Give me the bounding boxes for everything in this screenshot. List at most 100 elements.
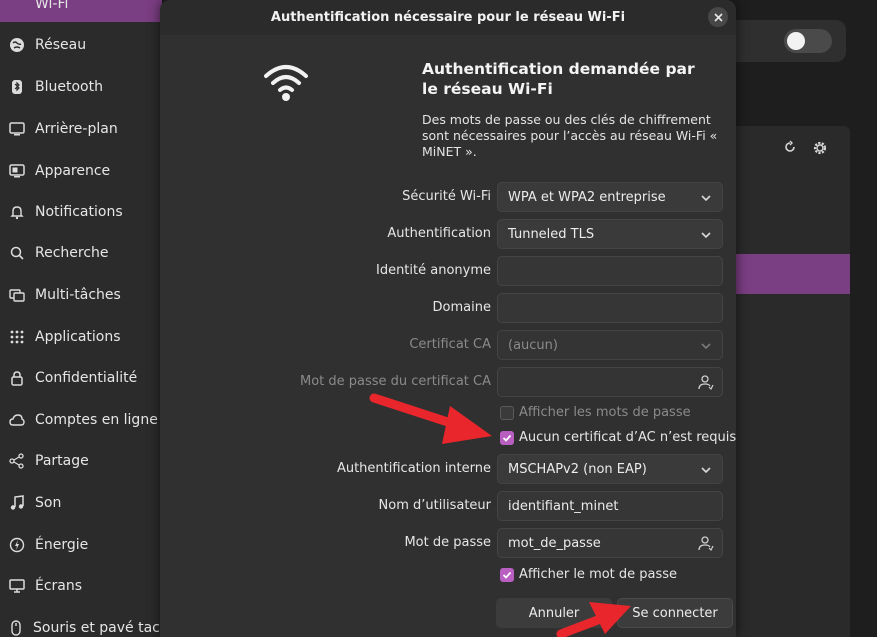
sidebar-item-label: Notifications <box>35 204 123 220</box>
wifi-icon <box>264 65 308 101</box>
mouse-icon <box>8 619 24 637</box>
palette-icon <box>8 162 26 180</box>
sidebar-item-label: Partage <box>35 453 89 469</box>
anonymous-identity-label: Identité anonyme <box>375 263 491 278</box>
chevron-down-icon <box>701 195 711 202</box>
sidebar-item-notifications[interactable]: Notifications <box>0 193 162 231</box>
search-icon <box>8 244 26 262</box>
sidebar-item-label: Confidentialité <box>35 370 138 386</box>
chevron-down-icon <box>701 467 711 474</box>
show-password-checkbox-row[interactable]: Afficher le mot de passe <box>500 567 677 582</box>
checkmark-icon <box>502 571 512 579</box>
sidebar-item-reseau[interactable]: Réseau <box>0 26 162 64</box>
dialog-description: Des mots de passe ou des clés de chiffre… <box>422 112 718 159</box>
grid-icon <box>8 328 26 346</box>
security-label: Sécurité Wi-Fi <box>402 189 491 204</box>
show-password-label: Afficher le mot de passe <box>519 567 678 582</box>
ca-cert-password-input[interactable] <box>497 367 723 397</box>
sidebar-item-wifi[interactable]: Wi-Fi <box>0 0 162 22</box>
chevron-down-icon <box>701 343 711 350</box>
sidebar-item-label: Son <box>35 495 62 511</box>
globe-icon <box>8 36 26 54</box>
person-icon[interactable] <box>698 374 714 390</box>
inner-auth-select[interactable]: MSCHAPv2 (non EAP) <box>497 454 723 484</box>
close-icon <box>713 12 723 22</box>
cloud-icon <box>8 411 26 429</box>
no-ca-required-checkbox-row[interactable]: Aucun certificat d’AC n’est requis <box>500 430 736 445</box>
security-select[interactable]: WPA et WPA2 entreprise <box>497 182 723 212</box>
networks-panel <box>736 126 850 637</box>
sidebar-item-label: Arrière-plan <box>35 121 118 137</box>
sidebar-item-energie[interactable]: Énergie <box>0 526 162 564</box>
sidebar-item-partage[interactable]: Partage <box>0 442 162 480</box>
password-label: Mot de passe <box>404 535 491 550</box>
show-passwords-checkbox-row[interactable]: Afficher les mots de passe <box>500 405 691 420</box>
authentication-value: Tunneled TLS <box>508 226 595 242</box>
no-ca-required-checkbox[interactable] <box>500 430 514 445</box>
show-passwords-checkbox[interactable] <box>500 405 514 420</box>
inner-auth-value: MSCHAPv2 (non EAP) <box>508 461 647 477</box>
sidebar-item-souris[interactable]: Souris et pavé tactile <box>0 609 162 637</box>
domain-label: Domaine <box>432 300 491 315</box>
no-ca-required-label: Aucun certificat d’AC n’est requis <box>519 430 737 445</box>
windows-icon <box>8 286 26 304</box>
settings-sidebar: Wi-Fi Réseau Bluetooth Arrière-plan Appa… <box>0 0 162 637</box>
sidebar-item-label: Énergie <box>35 537 89 553</box>
ca-cert-password-label: Mot de passe du certificat CA <box>299 374 491 389</box>
sidebar-item-arriere-plan[interactable]: Arrière-plan <box>0 110 162 148</box>
username-label: Nom d’utilisateur <box>378 498 491 513</box>
authentication-select[interactable]: Tunneled TLS <box>497 219 723 249</box>
sidebar-item-label: Apparence <box>35 163 111 179</box>
dialog-heading: Authentification demandée par le réseau … <box>422 60 695 98</box>
sidebar-item-bluetooth[interactable]: Bluetooth <box>0 68 162 106</box>
sidebar-item-confidentialite[interactable]: Confidentialité <box>0 359 162 397</box>
ca-certificate-value: (aucun) <box>508 337 558 353</box>
password-value: mot_de_passe <box>508 535 601 551</box>
share-icon <box>8 452 26 470</box>
monitor-icon <box>8 120 26 138</box>
dialog-titlebar: Authentification nécessaire pour le rése… <box>160 0 736 35</box>
sidebar-item-label: Comptes en ligne <box>35 412 158 428</box>
sidebar-item-apparence[interactable]: Apparence <box>0 152 162 190</box>
sidebar-item-applications[interactable]: Applications <box>0 318 162 356</box>
username-input[interactable]: identifiant_minet <box>497 491 723 521</box>
display-icon <box>8 577 26 595</box>
dialog-title: Authentification nécessaire pour le rése… <box>270 10 626 25</box>
sidebar-item-label: Réseau <box>35 37 87 53</box>
sidebar-item-label: Souris et pavé tactile <box>33 620 162 636</box>
wifi-toggle[interactable] <box>784 29 832 53</box>
selected-network-row[interactable] <box>736 254 850 294</box>
sidebar-item-label: Bluetooth <box>35 79 103 95</box>
sidebar-item-son[interactable]: Son <box>0 484 162 522</box>
sidebar-item-multi-taches[interactable]: Multi-tâches <box>0 276 162 314</box>
sidebar-item-label: Wi-Fi <box>35 0 69 12</box>
connect-button[interactable]: Se connecter <box>617 598 733 628</box>
power-icon <box>8 536 26 554</box>
person-icon[interactable] <box>698 535 714 551</box>
checkmark-icon <box>502 434 512 442</box>
ca-certificate-select[interactable]: (aucun) <box>497 330 723 360</box>
close-button[interactable] <box>708 7 728 27</box>
domain-input[interactable] <box>497 293 723 323</box>
authentication-label: Authentification <box>387 226 491 241</box>
lock-icon <box>8 369 26 387</box>
show-passwords-label: Afficher les mots de passe <box>519 405 691 420</box>
sidebar-item-label: Écrans <box>35 578 83 594</box>
anonymous-identity-input[interactable] <box>497 256 723 286</box>
toggle-knob <box>787 32 805 50</box>
sidebar-item-label: Applications <box>35 329 121 345</box>
sidebar-item-label: Multi-tâches <box>35 287 121 303</box>
bluetooth-icon <box>8 78 26 96</box>
sidebar-item-comptes-en-ligne[interactable]: Comptes en ligne <box>0 401 162 439</box>
sidebar-item-recherche[interactable]: Recherche <box>0 234 162 272</box>
chevron-down-icon <box>701 232 711 239</box>
inner-auth-label: Authentification interne <box>336 461 491 476</box>
username-value: identifiant_minet <box>508 498 619 514</box>
cancel-button[interactable]: Annuler <box>496 598 612 628</box>
password-input[interactable]: mot_de_passe <box>497 528 723 558</box>
security-value: WPA et WPA2 entreprise <box>508 189 666 205</box>
gear-icon[interactable] <box>808 136 832 160</box>
sidebar-item-ecrans[interactable]: Écrans <box>0 567 162 605</box>
bell-icon <box>8 203 26 221</box>
show-password-checkbox[interactable] <box>500 567 514 582</box>
